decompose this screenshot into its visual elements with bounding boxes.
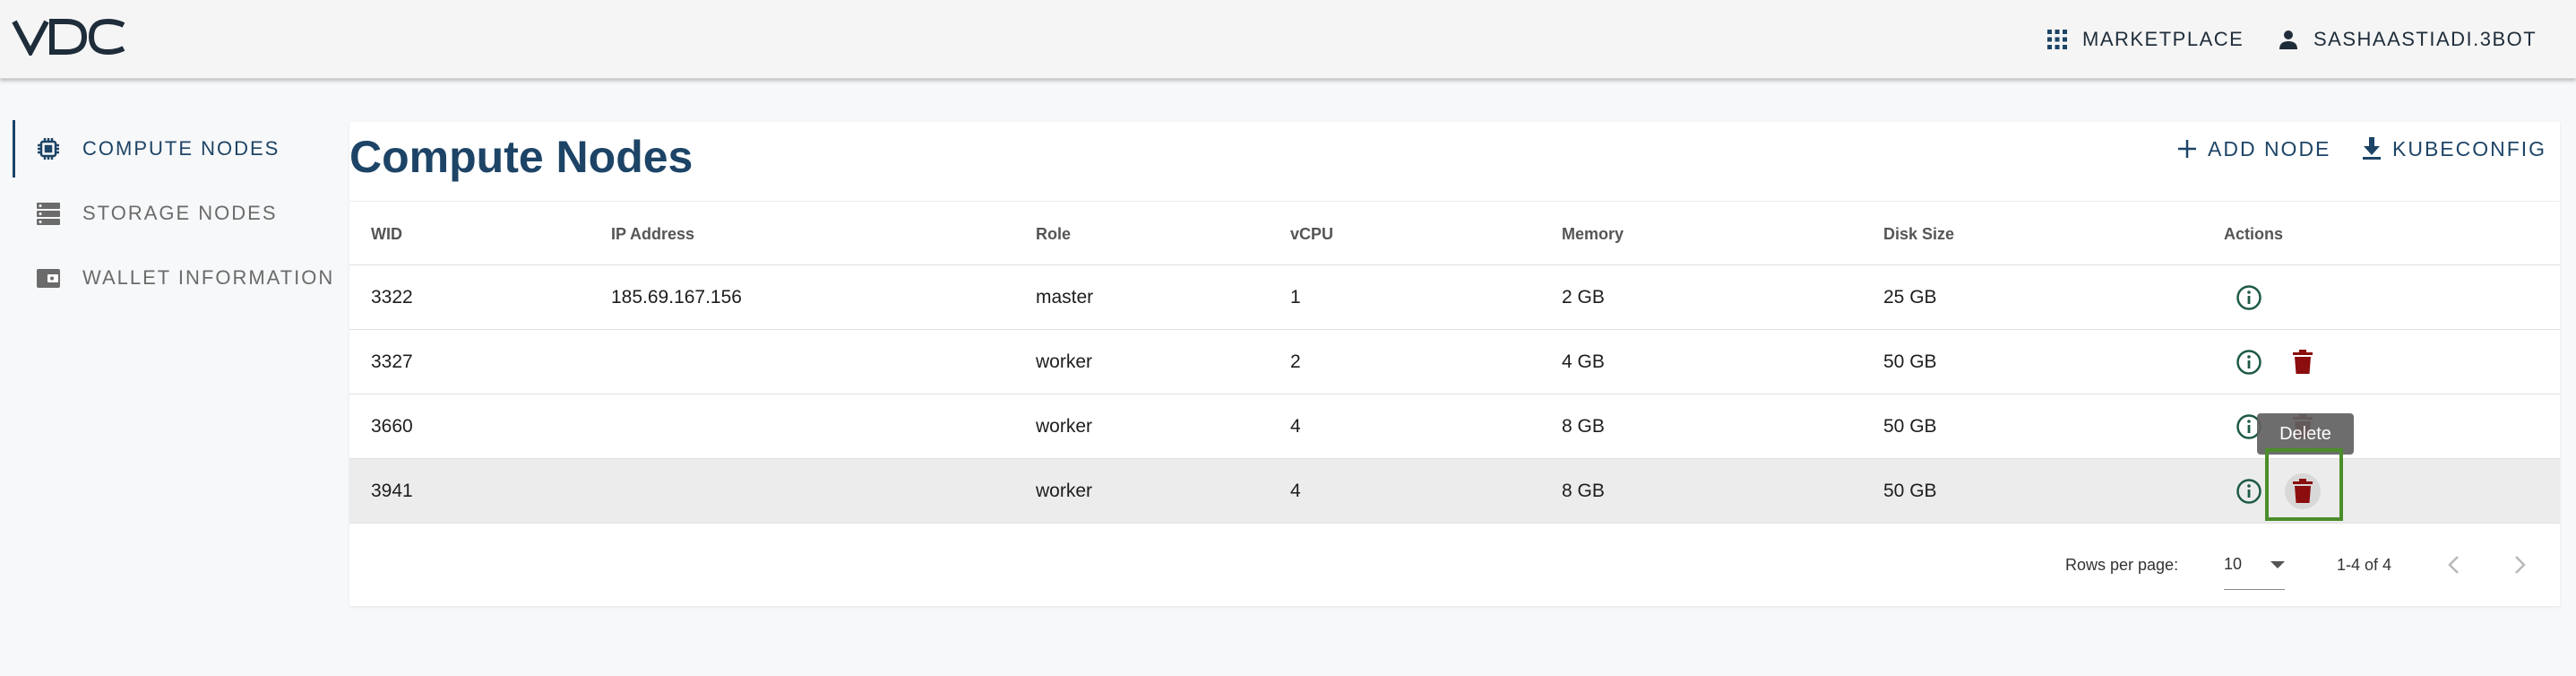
top-bar: MARKETPLACE SASHAASTIADI.3BOT [0,0,2576,79]
wid-cell: 3941 [371,481,413,501]
role-cell: worker [1036,416,1093,437]
vcpu-cell: 2 [1290,351,1301,372]
vcpu-cell: 4 [1290,481,1301,501]
table-row: 3322 185.69.167.156 master 1 2 GB 25 GB [349,265,2560,330]
vcpu-cell: 1 [1290,287,1301,308]
role-cell: master [1036,287,1094,308]
marketplace-link[interactable]: MARKETPLACE [2046,0,2244,79]
vdc-logo[interactable] [11,18,127,56]
wid-cell: 3327 [371,351,413,372]
rows-per-page-label: Rows per page: [2065,555,2179,574]
delete-button[interactable] [2285,344,2321,380]
person-icon [2279,30,2297,49]
user-label: SASHAASTIADI.3BOT [2313,28,2537,50]
disk-cell: 50 GB [1883,481,1937,501]
sidebar: COMPUTE NODES STORAGE NODES WALLET INFOR… [0,117,340,310]
table-header: WID IP Address Role vCPU Memory Disk Siz… [349,201,2560,265]
sidebar-item-wallet-information[interactable]: WALLET INFORMATION [0,246,340,310]
info-icon [2236,349,2262,375]
sidebar-item-label: STORAGE NODES [82,202,278,224]
apps-grid-icon [2047,30,2067,49]
vcpu-cell: 4 [1290,416,1301,437]
wid-cell: 3322 [371,287,413,308]
page-title: Compute Nodes [349,132,694,182]
chevron-right-icon [2515,556,2526,574]
download-icon [2363,137,2381,160]
role-cell: worker [1036,351,1093,372]
rows-per-page-select[interactable]: 10 [2224,540,2285,590]
info-button[interactable] [2231,344,2267,380]
add-node-label: ADD NODE [2208,136,2331,160]
table-row: 3327 worker 2 4 GB 50 GB [349,330,2560,394]
target-highlight-box [2265,448,2343,521]
table-row: 3941 worker 4 8 GB 50 GB [349,459,2560,524]
previous-page-button[interactable] [2446,540,2460,590]
info-icon [2236,478,2262,504]
dropdown-arrow-icon [2270,560,2285,568]
column-header-memory[interactable]: Memory [1562,202,1624,266]
marketplace-label: MARKETPLACE [2082,28,2244,50]
memory-cell: 2 GB [1562,287,1605,308]
chevron-left-icon [2448,556,2459,574]
ip-cell: 185.69.167.156 [611,287,742,308]
kubeconfig-button[interactable]: KUBECONFIG [2362,131,2546,167]
column-header-disk-size[interactable]: Disk Size [1883,202,1954,266]
pagination-range: 1-4 of 4 [2337,555,2392,574]
disk-cell: 50 GB [1883,416,1937,437]
column-header-vcpu[interactable]: vCPU [1290,202,1333,266]
next-page-button[interactable] [2513,540,2528,590]
trash-icon [2293,349,2313,374]
plus-icon [2178,140,2196,158]
chip-icon [38,138,59,160]
info-button[interactable] [2231,473,2267,509]
rows-per-page-value: 10 [2224,555,2243,573]
column-header-wid[interactable]: WID [371,202,402,266]
memory-cell: 8 GB [1562,416,1605,437]
info-button[interactable] [2231,280,2267,316]
table-row: 3660 worker 4 8 GB 50 GB [349,394,2560,459]
disk-cell: 50 GB [1883,351,1937,372]
sidebar-item-label: WALLET INFORMATION [82,266,335,289]
nodes-table: WID IP Address Role vCPU Memory Disk Siz… [349,201,2560,524]
column-header-ip-address[interactable]: IP Address [611,202,694,266]
user-menu[interactable]: SASHAASTIADI.3BOT [2278,0,2537,79]
wallet-icon [37,269,60,288]
column-header-actions: Actions [2224,224,2284,243]
column-header-role[interactable]: Role [1036,202,1071,266]
info-icon [2236,284,2262,310]
kubeconfig-label: KUBECONFIG [2392,136,2547,160]
storage-icon [37,203,60,225]
role-cell: worker [1036,481,1093,501]
wid-cell: 3660 [371,416,413,437]
add-node-button[interactable]: ADD NODE [2177,131,2330,167]
sidebar-item-storage-nodes[interactable]: STORAGE NODES [0,181,340,246]
memory-cell: 8 GB [1562,481,1605,501]
sidebar-item-compute-nodes[interactable]: COMPUTE NODES [0,117,340,181]
memory-cell: 4 GB [1562,351,1605,372]
disk-cell: 25 GB [1883,287,1937,308]
sidebar-item-label: COMPUTE NODES [82,137,280,160]
